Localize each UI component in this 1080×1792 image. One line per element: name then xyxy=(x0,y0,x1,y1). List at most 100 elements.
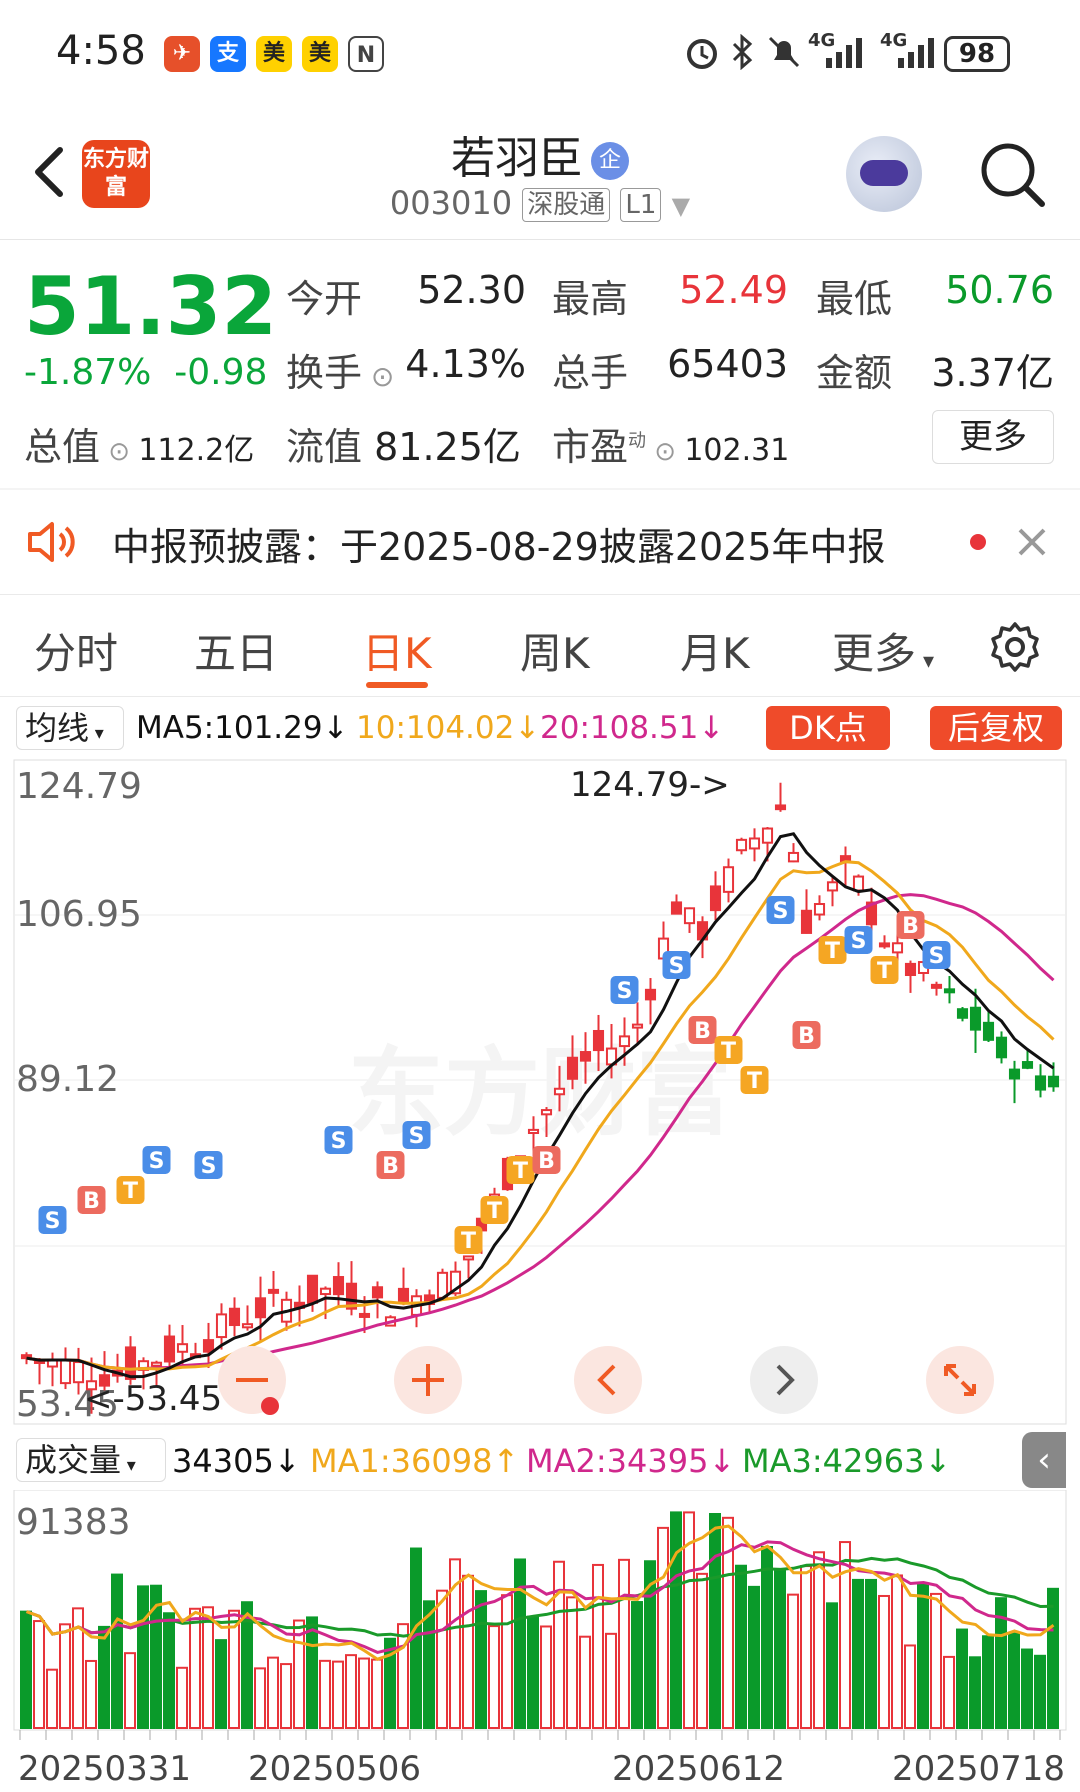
pan-left-button[interactable] xyxy=(574,1346,642,1414)
signal-icon-1 xyxy=(826,38,862,68)
high-label: 最高 xyxy=(552,277,629,321)
volume-bar xyxy=(280,1663,292,1729)
volume-bar xyxy=(1021,1648,1033,1729)
ma10-value: 10:104.02↓ xyxy=(356,710,541,746)
volume-bar xyxy=(891,1574,903,1729)
volume-bar xyxy=(306,1616,318,1729)
mute-icon xyxy=(768,36,800,68)
vol-ma1: MA1:36098↑ xyxy=(310,1442,520,1480)
volume-chart[interactable]: 91383 20250331 20250506 20250612 2025071… xyxy=(0,1490,1080,1792)
trade-marker-label: T xyxy=(825,939,840,964)
fullscreen-button[interactable] xyxy=(926,1346,994,1414)
tab-daily-k[interactable]: 日K xyxy=(362,620,432,681)
candle-body xyxy=(332,1276,345,1296)
candle-body xyxy=(709,885,722,912)
tab-more[interactable]: 更多 ▾ xyxy=(832,620,934,681)
volume-bar xyxy=(1047,1587,1059,1729)
volume-bar xyxy=(878,1594,890,1729)
volume-bar xyxy=(540,1625,552,1730)
volume-bar xyxy=(254,1667,266,1730)
candle-body xyxy=(72,1361,85,1384)
candle-body xyxy=(878,942,891,948)
tab-intraday[interactable]: 分时 xyxy=(34,620,118,681)
candle-body xyxy=(124,1346,137,1380)
ma-indicator-bar: 均线 ▾ MA5:101.29↓ 10:104.02↓ 20:108.51↓ D… xyxy=(0,700,1080,756)
candle-body xyxy=(722,866,735,893)
candle-body xyxy=(358,1312,371,1318)
candle-body xyxy=(826,881,839,892)
turnover-value: 4.13% xyxy=(405,342,526,386)
speaker-icon xyxy=(28,522,75,562)
volume-bar xyxy=(189,1607,201,1729)
collapse-panel-button[interactable]: ‹ xyxy=(1022,1432,1066,1488)
trade-marker-label: S xyxy=(773,899,789,924)
volume-bar xyxy=(293,1619,305,1729)
ma20-value: 20:108.51↓ xyxy=(540,710,725,746)
date-label-1: 20250331 xyxy=(18,1749,191,1789)
volume-bar xyxy=(943,1655,955,1729)
candle-body xyxy=(228,1307,241,1327)
volume-bar xyxy=(267,1656,279,1730)
volume-bar xyxy=(462,1574,474,1730)
settings-gear-icon[interactable] xyxy=(988,620,1042,674)
stock-header: 东方财富 若羽臣企 003010 深股通 L1 ▼ xyxy=(0,108,1080,240)
volume-bar xyxy=(527,1615,539,1729)
trade-marker-label: B xyxy=(83,1189,100,1214)
volume-bar xyxy=(982,1635,994,1729)
volume-bar xyxy=(774,1568,786,1729)
trade-marker-label: T xyxy=(461,1229,476,1254)
volume-y-label: 91383 xyxy=(16,1502,131,1543)
volume-bar xyxy=(852,1578,864,1729)
candle-body xyxy=(982,1021,995,1041)
bluetooth-icon xyxy=(732,34,753,70)
trade-marker-label: T xyxy=(747,1069,762,1094)
volume-bar xyxy=(436,1589,448,1729)
trade-marker-label: B xyxy=(902,914,919,939)
tab-weekly-k[interactable]: 周K xyxy=(520,620,590,681)
amount-label: 金额 xyxy=(816,351,893,395)
app-notification-icon: ✈ xyxy=(164,36,200,72)
search-icon[interactable] xyxy=(976,138,1048,210)
volume-bar xyxy=(787,1593,799,1729)
volume-bar xyxy=(98,1625,110,1729)
trade-marker-label: S xyxy=(669,954,685,979)
trade-marker-label: B xyxy=(538,1149,555,1174)
adjust-mode-button[interactable]: 后复权 xyxy=(930,706,1062,750)
pan-right-button[interactable] xyxy=(750,1346,818,1414)
volume-type-dropdown[interactable]: 成交量 ▾ xyxy=(16,1438,166,1482)
volume-bar xyxy=(332,1660,344,1729)
candle-body xyxy=(787,851,800,863)
open-label: 今开 xyxy=(286,277,363,321)
ma-type-dropdown[interactable]: 均线 ▾ xyxy=(16,706,124,750)
notice-banner[interactable]: 中报预披露：于2025-08-29披露2025年中报 xyxy=(0,490,1080,594)
more-quote-button[interactable]: 更多 xyxy=(932,410,1054,464)
trade-marker-label: T xyxy=(877,959,892,984)
candle-body xyxy=(644,988,657,1001)
alarm-icon xyxy=(687,39,717,69)
trade-marker-label: S xyxy=(851,929,867,954)
level-tag: L1 xyxy=(620,188,662,222)
divider-2 xyxy=(0,594,1080,595)
trade-marker-label: S xyxy=(617,979,633,1004)
turnover-label: 换手 ⊙ xyxy=(286,351,395,395)
candle-body xyxy=(813,903,826,916)
volume-bar xyxy=(657,1526,669,1729)
pe-value: 102.31 xyxy=(684,433,790,468)
candle-body xyxy=(618,1035,631,1048)
kline-chart[interactable]: 东方财富 124.79 106.95 89.12 53.45 SB TS SSBST… xyxy=(0,756,1080,1428)
tab-monthly-k[interactable]: 月K xyxy=(680,620,750,681)
close-icon[interactable] xyxy=(1016,526,1048,558)
candle-body xyxy=(215,1313,228,1339)
ai-robot-avatar[interactable] xyxy=(846,136,922,212)
pe-label: 市盈动 ⊙ 102.31 xyxy=(552,425,790,469)
candle-body xyxy=(150,1361,163,1367)
candle-body xyxy=(631,1023,644,1029)
volume-bar xyxy=(813,1551,825,1730)
dk-point-button[interactable]: DK点 xyxy=(766,706,890,750)
candle-body xyxy=(553,1087,566,1096)
quote-panel: 51.32 -1.87% -0.98 今开 52.30 最高 52.49 最低 … xyxy=(0,240,1080,490)
tab-five-day[interactable]: 五日 xyxy=(194,620,278,681)
candle-body xyxy=(436,1271,449,1299)
volume-bar xyxy=(319,1659,331,1729)
volume-bar xyxy=(475,1590,487,1729)
